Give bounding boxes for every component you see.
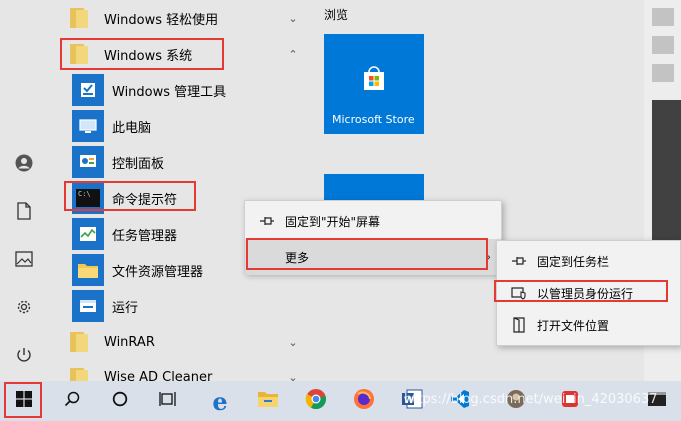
- user-icon: [15, 154, 33, 176]
- chevron-down-icon: ⌄: [288, 11, 298, 25]
- pin-icon: [511, 253, 527, 269]
- app-label: 运行: [112, 300, 139, 316]
- menu-item-label: 固定到"开始"屏幕: [285, 214, 381, 229]
- group-wise-ad-cleaner[interactable]: Wise AD Cleaner ⌄: [48, 360, 310, 381]
- watermark-text: https://blog.csdn.net/weixin_42030637: [404, 392, 658, 407]
- task-view-icon: [159, 391, 177, 411]
- task-view-button[interactable]: [144, 381, 192, 421]
- admin-tools-icon: [72, 74, 104, 106]
- chrome-icon: [305, 388, 327, 414]
- microsoft-store-tile[interactable]: Microsoft Store: [324, 34, 424, 134]
- cortana-button[interactable]: [96, 381, 144, 421]
- control-panel-icon: [72, 146, 104, 178]
- app-control-panel[interactable]: 控制面板: [48, 144, 310, 180]
- highlight-windows-system: [60, 38, 224, 70]
- highlight-command-prompt: [64, 181, 196, 211]
- document-icon: [16, 202, 32, 224]
- menu-item-pin-to-taskbar[interactable]: 固定到任务栏: [497, 243, 680, 279]
- app-this-pc[interactable]: 此电脑: [48, 108, 310, 144]
- highlight-run-as-admin: [494, 280, 668, 302]
- tiles-section-title: 浏览: [324, 8, 349, 22]
- search-icon: [64, 391, 80, 411]
- menu-item-label: 固定到任务栏: [537, 254, 610, 269]
- app-label: 控制面板: [112, 156, 165, 172]
- this-pc-icon: [72, 110, 104, 142]
- folder-icon: [64, 362, 96, 381]
- power-button[interactable]: [0, 337, 48, 377]
- power-icon: [15, 346, 33, 368]
- open-folder-icon: [511, 317, 527, 333]
- highlight-more: [246, 238, 488, 270]
- app-tile[interactable]: [324, 174, 424, 202]
- pictures-button[interactable]: [0, 241, 48, 281]
- documents-button[interactable]: [0, 193, 48, 233]
- pin-icon: [259, 213, 275, 229]
- blurred-dark-tile: [652, 100, 681, 250]
- app-label: 此电脑: [112, 120, 152, 136]
- store-bag-icon: [360, 64, 388, 96]
- run-icon: [72, 290, 104, 322]
- chevron-down-icon: ⌄: [288, 335, 298, 349]
- settings-button[interactable]: [0, 289, 48, 329]
- chevron-down-icon: ⌄: [288, 370, 298, 382]
- file-explorer-icon: [72, 254, 104, 286]
- taskbar-edge[interactable]: e: [196, 381, 244, 421]
- store-label: Microsoft Store: [332, 113, 415, 126]
- app-label: 文件资源管理器: [112, 264, 204, 280]
- menu-item-label: 打开文件位置: [537, 318, 610, 333]
- menu-item-pin-to-start[interactable]: 固定到"开始"屏幕: [245, 203, 501, 239]
- app-label: Windows 管理工具: [112, 84, 227, 100]
- taskbar-file-explorer[interactable]: [244, 381, 292, 421]
- search-button[interactable]: [48, 381, 96, 421]
- app-run[interactable]: 运行: [48, 288, 310, 324]
- taskbar-firefox[interactable]: [340, 381, 388, 421]
- folder-icon: [64, 2, 96, 34]
- cortana-icon: [112, 391, 128, 411]
- menu-item-open-file-location[interactable]: 打开文件位置: [497, 307, 680, 343]
- user-account-button[interactable]: [0, 145, 48, 185]
- chevron-up-icon: ⌃: [288, 47, 298, 61]
- gear-icon: [15, 298, 33, 320]
- highlight-start-button: [4, 382, 42, 418]
- group-winrar[interactable]: WinRAR ⌄: [48, 324, 310, 360]
- group-label: Windows 轻松使用: [104, 12, 219, 28]
- picture-icon: [15, 251, 33, 271]
- firefox-icon: [353, 388, 375, 414]
- app-label: 任务管理器: [112, 228, 178, 244]
- app-windows-admin-tools[interactable]: Windows 管理工具: [48, 72, 310, 108]
- taskbar-chrome[interactable]: [292, 381, 340, 421]
- group-label: Wise AD Cleaner: [104, 370, 213, 381]
- group-windows-accessibility[interactable]: Windows 轻松使用 ⌄: [48, 0, 310, 36]
- task-manager-icon: [72, 218, 104, 250]
- group-label: WinRAR: [104, 334, 155, 350]
- edge-browser-icon: e: [212, 386, 228, 416]
- folder-icon: [64, 326, 96, 358]
- start-left-rail: [0, 0, 48, 381]
- file-explorer-icon: [257, 390, 279, 412]
